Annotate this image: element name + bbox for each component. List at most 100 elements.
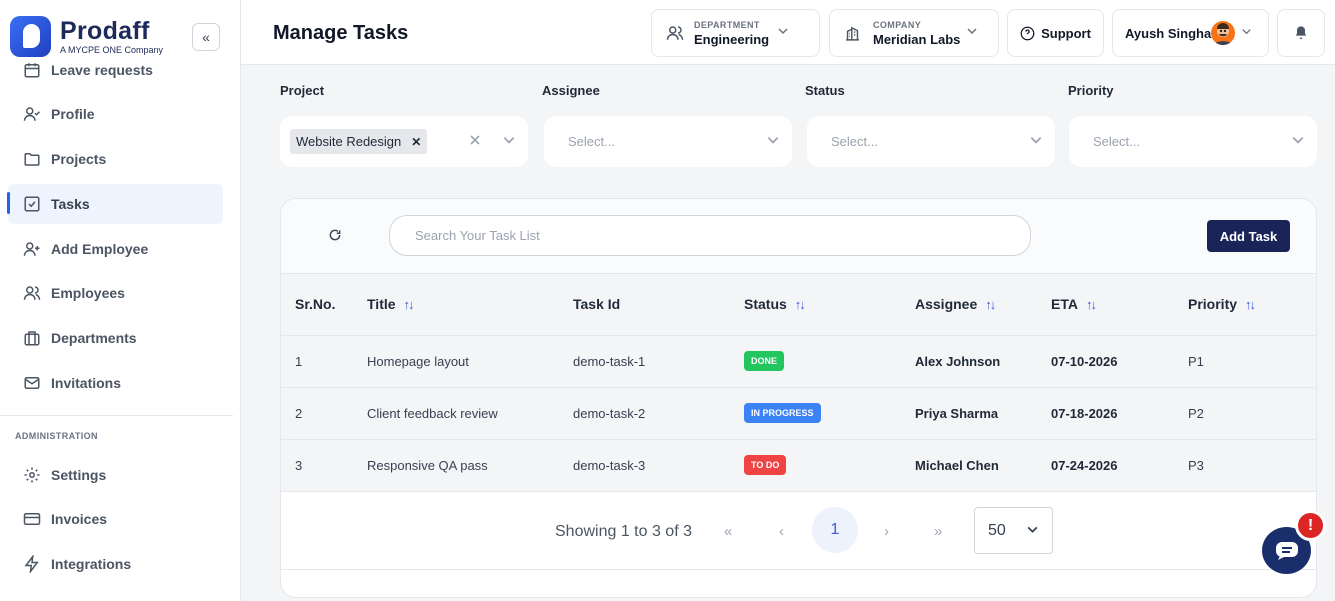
sidebar-item-label: Projects bbox=[51, 151, 107, 167]
chevron-down-icon[interactable] bbox=[502, 133, 516, 152]
cell-eta: 07-10-2026 bbox=[1051, 335, 1188, 388]
sort-icon[interactable]: ↑↓ bbox=[404, 297, 415, 312]
chat-alert-badge: ! bbox=[1295, 510, 1326, 541]
project-chip-label: Website Redesign bbox=[296, 134, 402, 149]
sidebar-item-profile[interactable]: Profile bbox=[8, 94, 223, 134]
briefcase-icon bbox=[22, 328, 42, 348]
next-page-button[interactable]: › bbox=[884, 523, 889, 540]
company-selector[interactable]: COMPANY Meridian Labs bbox=[829, 9, 999, 57]
column-header-status[interactable]: Status ↑↓ bbox=[744, 274, 915, 336]
remove-chip-icon[interactable]: ✕ bbox=[411, 135, 421, 149]
table-row[interactable]: 3 Responsive QA pass demo-task-3 TO DO M… bbox=[281, 439, 1316, 492]
mail-icon bbox=[22, 373, 42, 393]
column-header-priority[interactable]: Priority ↑↓ bbox=[1188, 274, 1316, 336]
column-label: Task Id bbox=[573, 296, 621, 313]
refresh-icon[interactable] bbox=[328, 228, 342, 242]
avatar bbox=[1211, 21, 1235, 45]
sort-icon[interactable]: ↑↓ bbox=[1086, 297, 1097, 312]
assignee-select[interactable]: Select... bbox=[544, 116, 792, 167]
status-placeholder: Select... bbox=[831, 134, 878, 149]
column-label: Status bbox=[744, 296, 787, 313]
sidebar-item-label: Add Employee bbox=[51, 241, 149, 257]
sidebar-item-invoices[interactable]: Invoices bbox=[8, 499, 223, 539]
first-page-button[interactable]: « bbox=[724, 523, 732, 540]
priority-placeholder: Select... bbox=[1093, 134, 1140, 149]
double-chevron-left-icon: « bbox=[202, 29, 210, 45]
clear-icon[interactable] bbox=[468, 133, 482, 147]
bell-icon bbox=[1293, 25, 1309, 41]
priority-filter-label: Priority bbox=[1068, 83, 1114, 98]
sidebar-item-label: Integrations bbox=[51, 556, 132, 572]
chevron-down-icon bbox=[966, 25, 978, 40]
cell-eta: 07-24-2026 bbox=[1051, 439, 1188, 492]
sidebar-divider bbox=[0, 415, 233, 416]
search-input[interactable] bbox=[389, 215, 1031, 256]
folder-icon bbox=[22, 149, 42, 169]
department-value: Engineering bbox=[694, 31, 770, 47]
brand-name: Prodaff bbox=[60, 16, 150, 45]
sidebar-item-add-employee[interactable]: Add Employee bbox=[8, 229, 223, 269]
sidebar-item-invitations[interactable]: Invitations bbox=[8, 363, 223, 403]
table-row[interactable]: 1 Homepage layout demo-task-1 DONE Alex … bbox=[281, 335, 1316, 388]
assignee-filter-label: Assignee bbox=[542, 83, 600, 98]
status-badge: DONE bbox=[744, 351, 785, 371]
page-size-value: 50 bbox=[988, 521, 1006, 539]
status-select[interactable]: Select... bbox=[807, 116, 1055, 167]
users-icon bbox=[666, 24, 684, 42]
current-page-button[interactable]: 1 bbox=[812, 507, 858, 553]
sidebar-item-employees[interactable]: Employees bbox=[8, 273, 223, 313]
support-label: Support bbox=[1041, 25, 1091, 41]
company-value: Meridian Labs bbox=[873, 31, 961, 47]
notifications-button[interactable] bbox=[1277, 9, 1325, 57]
section-label-administration: ADMINISTRATION bbox=[15, 431, 98, 441]
chevron-down-icon bbox=[1026, 523, 1039, 539]
brand-tagline: A MYCPE ONE Company bbox=[60, 44, 164, 55]
table-header-row: Sr.No. Title ↑↓ Task Id Status ↑↓ Assignee… bbox=[281, 274, 1316, 336]
assignee-placeholder: Select... bbox=[568, 134, 615, 149]
users-icon bbox=[22, 283, 42, 303]
column-header-title[interactable]: Title ↑↓ bbox=[367, 274, 573, 336]
user-menu[interactable]: Ayush Singhal bbox=[1112, 9, 1269, 57]
cell-priority: P3 bbox=[1188, 439, 1316, 492]
column-header-assignee[interactable]: Assignee ↑↓ bbox=[915, 274, 1051, 336]
collapse-sidebar-button[interactable]: « bbox=[192, 23, 220, 51]
top-header: Manage Tasks DEPARTMENT Engineering COMP… bbox=[241, 0, 1335, 65]
sidebar-item-tasks[interactable]: Tasks bbox=[8, 184, 223, 224]
company-label: COMPANY bbox=[873, 19, 922, 30]
project-select[interactable]: Website Redesign ✕ bbox=[280, 116, 528, 167]
sort-icon[interactable]: ↑↓ bbox=[985, 297, 996, 312]
cell-status: TO DO bbox=[744, 439, 915, 492]
page-size-select[interactable]: 50 bbox=[974, 507, 1053, 554]
support-button[interactable]: Support bbox=[1007, 9, 1104, 57]
sidebar-item-departments[interactable]: Departments bbox=[8, 318, 223, 358]
last-page-button[interactable]: » bbox=[934, 523, 942, 540]
add-task-button[interactable]: Add Task bbox=[1207, 220, 1290, 252]
help-circle-icon bbox=[1020, 26, 1035, 41]
column-label: ETA bbox=[1051, 296, 1078, 313]
building-icon bbox=[844, 25, 861, 42]
status-filter-label: Status bbox=[805, 83, 845, 98]
gear-icon bbox=[22, 465, 42, 485]
column-header-eta[interactable]: ETA ↑↓ bbox=[1051, 274, 1188, 336]
checkbox-icon bbox=[22, 194, 42, 214]
user-name: Ayush Singhal bbox=[1125, 25, 1215, 41]
sort-icon[interactable]: ↑↓ bbox=[1245, 297, 1256, 312]
lightning-icon bbox=[22, 554, 42, 574]
sidebar-item-settings[interactable]: Settings bbox=[8, 455, 223, 495]
priority-select[interactable]: Select... bbox=[1069, 116, 1317, 167]
cell-priority: P1 bbox=[1188, 335, 1316, 388]
cell-srno: 2 bbox=[281, 387, 367, 440]
table-row[interactable]: 2 Client feedback review demo-task-2 IN … bbox=[281, 387, 1316, 440]
department-label: DEPARTMENT bbox=[694, 19, 760, 30]
sort-icon[interactable]: ↑↓ bbox=[795, 297, 806, 312]
cell-srno: 1 bbox=[281, 335, 367, 388]
prev-page-button[interactable]: ‹ bbox=[779, 523, 784, 540]
department-selector[interactable]: DEPARTMENT Engineering bbox=[651, 9, 820, 57]
sidebar-item-projects[interactable]: Projects bbox=[8, 139, 223, 179]
cell-task-id: demo-task-1 bbox=[573, 335, 744, 388]
chat-icon bbox=[1275, 541, 1299, 561]
cell-title: Homepage layout bbox=[367, 335, 573, 388]
sidebar-item-integrations[interactable]: Integrations bbox=[8, 544, 223, 584]
chevron-down-icon bbox=[766, 133, 780, 152]
sidebar-item-label: Profile bbox=[51, 106, 95, 122]
